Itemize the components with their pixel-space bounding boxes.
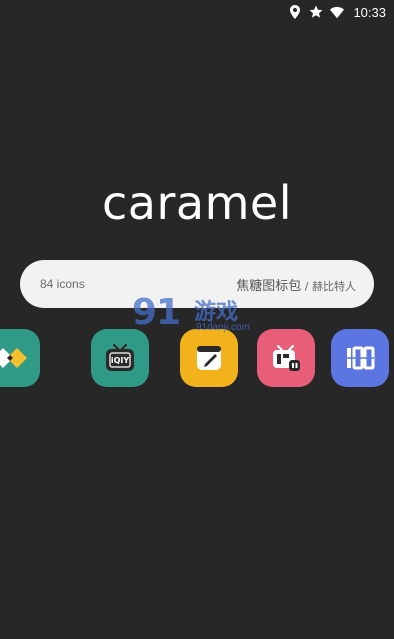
pack-credit: 焦糖图标包 / 赫比特人 [236,275,356,294]
icon-count-label: 84 icons [40,277,85,291]
hero-title: caramel [102,176,292,230]
hundred-app-icon[interactable] [331,329,389,387]
app-icon-row: iQIY [0,0,394,639]
icon-pack-info-card[interactable]: 84 icons 焦糖图标包 / 赫比特人 [20,260,374,308]
star-icon [309,5,323,19]
author-name: 赫比特人 [312,279,356,293]
status-bar: 10:33 [0,0,394,24]
svg-text:iQIY: iQIY [111,356,130,365]
wifi-icon [330,5,345,19]
credit-separator: / [301,279,312,293]
pack-name: 焦糖图标包 [236,278,302,294]
iqiyi-tv-icon[interactable]: iQIY [91,329,149,387]
bilibili-tv-icon[interactable] [257,329,315,387]
location-icon [288,5,302,19]
status-time: 10:33 [353,4,386,20]
diamond-app-icon[interactable] [0,329,40,387]
notes-edit-icon[interactable] [180,329,238,387]
